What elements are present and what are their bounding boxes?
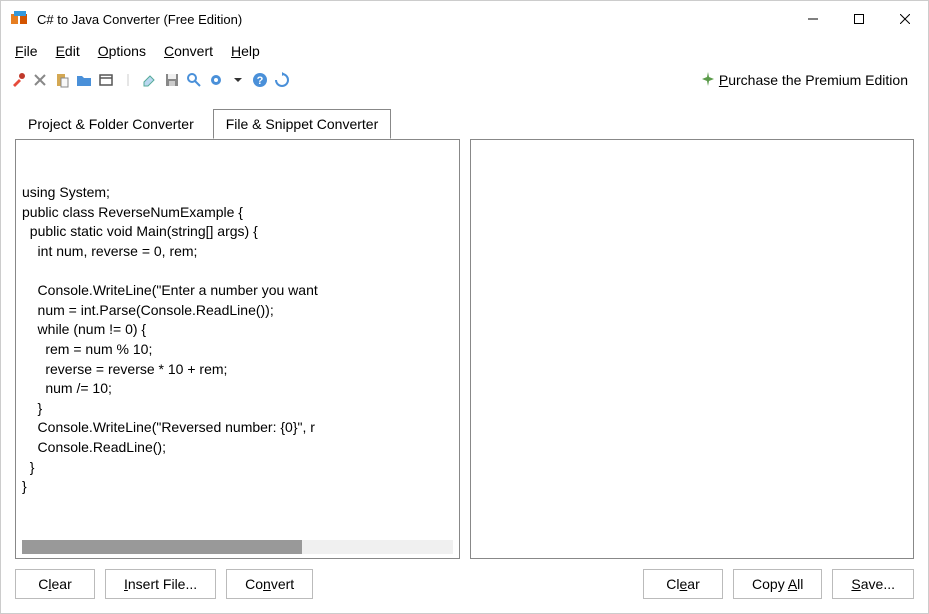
wrench-icon[interactable] bbox=[9, 71, 27, 89]
paste-icon[interactable] bbox=[53, 71, 71, 89]
toolbar: ? Purchase the Premium Edition bbox=[1, 65, 928, 95]
save-button[interactable]: Save... bbox=[832, 569, 914, 599]
menu-help[interactable]: Help bbox=[231, 43, 260, 59]
minimize-button[interactable] bbox=[790, 1, 836, 37]
refresh-icon[interactable] bbox=[273, 71, 291, 89]
output-code-editor[interactable] bbox=[470, 139, 915, 559]
titlebar: C# to Java Converter (Free Edition) bbox=[1, 1, 928, 37]
eraser-icon[interactable] bbox=[141, 71, 159, 89]
separator bbox=[119, 71, 137, 89]
clear-output-button[interactable]: Clear bbox=[643, 569, 723, 599]
premium-label: Purchase the Premium Edition bbox=[719, 72, 908, 88]
save-icon[interactable] bbox=[163, 71, 181, 89]
menu-convert[interactable]: Convert bbox=[164, 43, 213, 59]
clear-source-button[interactable]: Clear bbox=[15, 569, 95, 599]
menubar: File Edit Options Convert Help bbox=[1, 37, 928, 65]
horizontal-scrollbar[interactable] bbox=[22, 540, 453, 554]
insert-file-button:[interactable]: Insert File... bbox=[105, 569, 216, 599]
tab-file-snippet[interactable]: File & Snippet Converter bbox=[213, 109, 392, 139]
app-icon bbox=[11, 10, 29, 28]
help-icon[interactable]: ? bbox=[251, 71, 269, 89]
menu-edit[interactable]: Edit bbox=[56, 43, 80, 59]
convert-button[interactable]: Convert bbox=[226, 569, 313, 599]
open-icon[interactable] bbox=[75, 71, 93, 89]
menu-file[interactable]: File bbox=[15, 43, 38, 59]
source-code-text: using System; public class ReverseNumExa… bbox=[22, 183, 453, 497]
dropdown-icon[interactable] bbox=[229, 71, 247, 89]
premium-link[interactable]: Purchase the Premium Edition bbox=[701, 72, 920, 89]
gear-icon[interactable] bbox=[207, 71, 225, 89]
maximize-button[interactable] bbox=[836, 1, 882, 37]
copy-all-button[interactable]: Copy All bbox=[733, 569, 822, 599]
tab-row: Project & Folder Converter File & Snippe… bbox=[1, 95, 928, 139]
menu-options[interactable]: Options bbox=[98, 43, 146, 59]
svg-text:?: ? bbox=[257, 75, 264, 87]
search-icon[interactable] bbox=[185, 71, 203, 89]
editor-panes: using System; public class ReverseNumExa… bbox=[1, 139, 928, 559]
tab-project-folder[interactable]: Project & Folder Converter bbox=[15, 109, 207, 139]
delete-icon[interactable] bbox=[31, 71, 49, 89]
source-code-editor[interactable]: using System; public class ReverseNumExa… bbox=[15, 139, 460, 559]
close-button[interactable] bbox=[882, 1, 928, 37]
window-title: C# to Java Converter (Free Edition) bbox=[37, 12, 242, 27]
window-icon[interactable] bbox=[97, 71, 115, 89]
button-row: Clear Insert File... Convert Clear Copy … bbox=[1, 559, 928, 613]
sparkle-icon bbox=[701, 72, 715, 89]
